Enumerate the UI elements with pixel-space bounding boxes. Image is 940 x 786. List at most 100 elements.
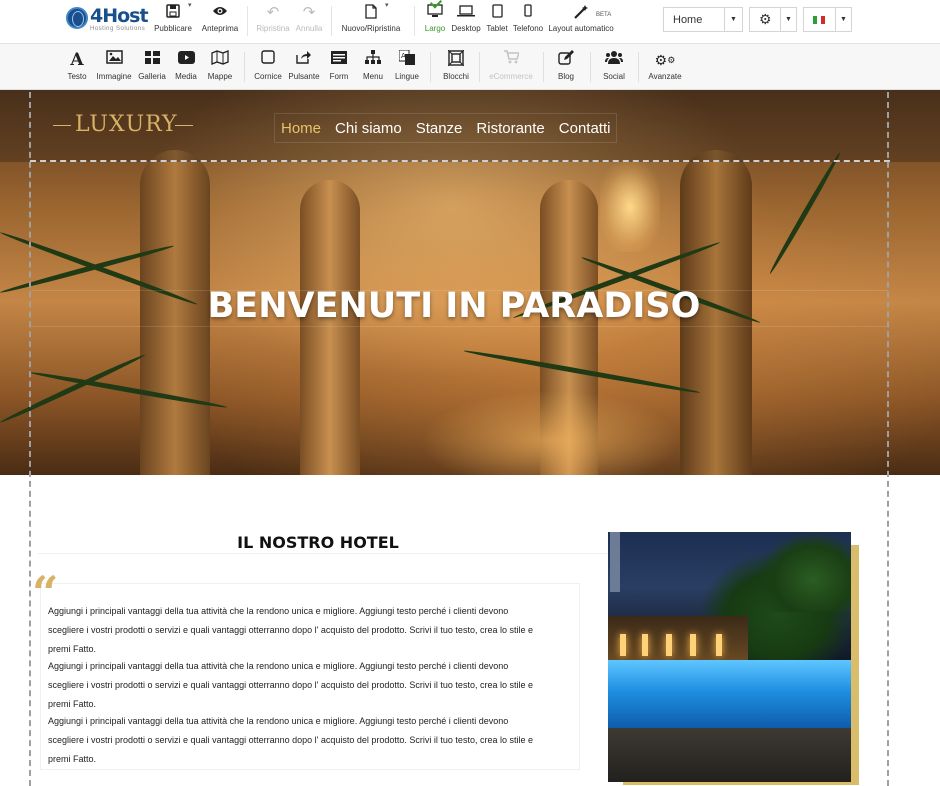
view-desktop-button[interactable]: Desktop [450, 4, 482, 40]
add-form-button[interactable]: Form [327, 50, 351, 86]
chevron-down-icon[interactable]: ▼ [724, 8, 742, 31]
add-text-button[interactable]: A Testo [64, 50, 90, 86]
text-line: scegliere i vostri prodotti o servizi e … [48, 680, 533, 690]
site-header: LUXURY Home Chi siamo Stanze Ristorante … [0, 90, 940, 162]
section-guide [30, 160, 890, 162]
palm-frond [767, 151, 843, 275]
nav-item-home[interactable]: Home [281, 120, 321, 137]
page-select[interactable]: Home ▼ [663, 7, 743, 32]
new-reset-button[interactable]: Nuovo/Ripristina [340, 4, 402, 40]
add-languages-button[interactable]: A Lingue [393, 49, 421, 86]
undo-button[interactable]: ↶ Ripristina [256, 4, 290, 40]
floppy-disk-icon [154, 4, 192, 24]
text-line: Aggiungi i principali vantaggi della tua… [48, 606, 509, 616]
add-menu-button[interactable]: Menu [359, 50, 387, 86]
site-logo[interactable]: LUXURY [53, 112, 193, 138]
nav-item-contatti[interactable]: Contatti [559, 120, 611, 137]
add-blocks-button[interactable]: Blocchi [440, 49, 472, 86]
pool [608, 660, 851, 730]
title-divider [38, 553, 608, 554]
add-frame-button[interactable]: Cornice [253, 50, 283, 86]
paragraph[interactable]: Aggiungi i principali vantaggi della tua… [48, 602, 578, 659]
undo-icon: ↶ [266, 4, 280, 21]
eye-icon [200, 4, 240, 24]
add-image-button[interactable]: Immagine [95, 50, 133, 86]
hero-banner[interactable]: LUXURY Home Chi siamo Stanze Ristorante … [0, 90, 940, 475]
svg-text:A: A [401, 52, 406, 60]
video-icon [172, 50, 200, 72]
toolbar-separator [331, 6, 332, 36]
publish-caret-icon[interactable]: ▾ [188, 1, 192, 9]
toolbar-separator [244, 52, 245, 82]
hotel-pool-image[interactable] [608, 532, 851, 782]
hero-title[interactable]: BENVENUTI IN PARADISO [0, 286, 908, 326]
lamp [666, 634, 672, 656]
italian-flag-icon [813, 16, 825, 24]
background-pillar [300, 180, 360, 475]
language-dropdown[interactable]: ▼ [803, 7, 852, 32]
text-line: scegliere i vostri prodotti o servizi e … [48, 625, 533, 635]
add-gallery-button[interactable]: Galleria [137, 50, 167, 86]
chevron-down-icon[interactable]: ▼ [780, 8, 796, 31]
toolbar-separator [590, 52, 591, 82]
view-phone-button[interactable]: Telefono [512, 4, 544, 40]
chevron-down-icon[interactable]: ▼ [835, 8, 851, 31]
nav-item-chi-siamo[interactable]: Chi siamo [335, 120, 402, 137]
warm-glow [420, 390, 680, 475]
preview-button[interactable]: Anteprima [200, 4, 240, 40]
settings-dropdown[interactable]: ⚙ ▼ [749, 7, 797, 32]
nav-item-stanze[interactable]: Stanze [416, 120, 463, 137]
building-tower [610, 532, 620, 592]
cogs-icon: ⚙⚙ [654, 52, 676, 68]
lamp [620, 634, 626, 656]
site-nav-menu: Home Chi siamo Stanze Ristorante Contatt… [274, 113, 618, 143]
section-title[interactable]: IL NOSTRO HOTEL [38, 533, 598, 552]
lamp [642, 634, 648, 656]
edit-icon [553, 50, 579, 72]
add-button-button[interactable]: Pulsante [286, 50, 322, 86]
users-icon [600, 50, 628, 72]
paragraph[interactable]: Aggiungi i principali vantaggi della tua… [48, 657, 578, 714]
redo-button[interactable]: ↷ Annulla [293, 4, 325, 40]
toolbar-separator [414, 6, 415, 36]
toolbar-separator [638, 52, 639, 82]
text-line: premi Fatto. [48, 754, 97, 764]
toolbar-separator [247, 6, 248, 36]
tablet-icon [485, 4, 509, 24]
image-icon [95, 50, 133, 72]
view-wide-button[interactable]: Largo [422, 0, 448, 40]
auto-layout-button[interactable]: Layout automatico [548, 4, 614, 40]
gallery-icon [137, 50, 167, 72]
4host-logo[interactable]: 4Host Hosting Solutions [66, 5, 150, 35]
toolbar-separator [543, 52, 544, 82]
section-guide [29, 92, 31, 786]
blocks-icon [440, 49, 472, 72]
add-blog-button[interactable]: Blog [553, 50, 579, 86]
lamp [690, 634, 696, 656]
add-ecommerce-button[interactable]: eCommerce [488, 50, 534, 86]
toolbar-separator [430, 52, 431, 82]
share-button-icon [286, 50, 322, 72]
toolbar-separator [479, 52, 480, 82]
add-media-button[interactable]: Media [172, 50, 200, 86]
publish-button[interactable]: Pubblicare [154, 4, 192, 40]
add-social-button[interactable]: Social [600, 50, 628, 86]
editor-top-toolbar: 4Host Hosting Solutions Pubblicare ▾ Ant… [0, 0, 940, 44]
sitemap-icon [359, 50, 387, 72]
frame-icon [253, 50, 283, 72]
logo-line [53, 125, 71, 126]
beta-badge: BETA [596, 12, 612, 18]
globe-icon [66, 7, 88, 29]
lamp [716, 634, 722, 656]
map-icon [205, 50, 235, 72]
translate-icon: A [393, 49, 421, 72]
section-guide [887, 92, 889, 786]
nav-item-ristorante[interactable]: Ristorante [476, 120, 544, 137]
new-caret-icon[interactable]: ▾ [385, 1, 389, 9]
new-page-icon [340, 4, 402, 24]
view-tablet-button[interactable]: Tablet [485, 4, 509, 40]
chandelier [600, 162, 660, 252]
advanced-button[interactable]: ⚙⚙ Avanzate [646, 50, 684, 86]
paragraph[interactable]: Aggiungi i principali vantaggi della tua… [48, 712, 578, 769]
add-map-button[interactable]: Mappe [205, 50, 235, 86]
